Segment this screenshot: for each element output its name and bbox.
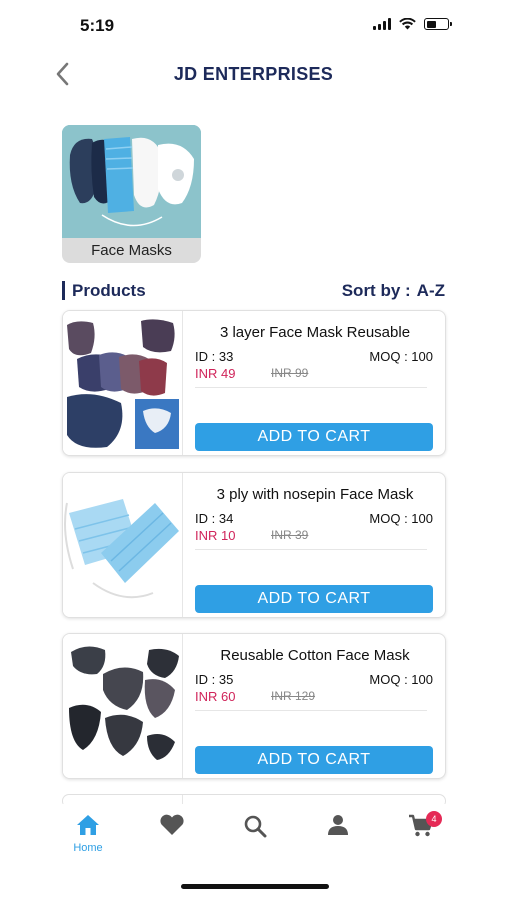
product-name: Reusable Cotton Face Mask (220, 647, 410, 664)
battery-icon (424, 18, 452, 30)
product-image (63, 473, 183, 617)
add-to-cart-button[interactable]: ADD TO CART (195, 746, 433, 774)
card-divider (195, 387, 427, 388)
product-card[interactable]: Reusable Cotton Face Mask ID : 35 MOQ : … (62, 633, 446, 779)
product-mrp: INR 129 (271, 689, 316, 703)
products-title: Products (72, 281, 146, 300)
app-header: JD ENTERPRISES (0, 52, 507, 96)
bottom-tab-bar: Home 4 (0, 804, 507, 864)
product-mrp: INR 99 (271, 366, 309, 380)
products-header: Products Sort by : A-Z (62, 280, 445, 302)
category-label: Face Masks (62, 238, 201, 263)
sort-value: A-Z (416, 281, 445, 300)
signal-icon (373, 18, 391, 30)
product-moq: MOQ : 100 (369, 349, 433, 364)
product-name: 3 ply with nosepin Face Mask (216, 486, 414, 503)
status-time: 5:19 (80, 16, 115, 35)
card-divider (195, 710, 427, 711)
home-indicator (181, 884, 329, 889)
card-divider (195, 549, 427, 550)
tab-home-label: Home (73, 842, 103, 854)
product-price: INR 49 (195, 366, 236, 381)
heart-icon (160, 814, 184, 835)
category-image (62, 125, 201, 238)
product-card[interactable]: 3 layer Face Mask Reusable ID : 33 MOQ :… (62, 310, 446, 456)
section-accent-bar (62, 281, 65, 300)
sort-control[interactable]: Sort by : A-Z (342, 281, 445, 301)
product-card[interactable]: 3 ply with nosepin Face Mask ID : 34 MOQ… (62, 472, 446, 618)
profile-icon (328, 815, 348, 835)
product-image (63, 311, 183, 455)
product-price: INR 60 (195, 689, 236, 704)
tab-cart[interactable]: 4 (396, 811, 446, 843)
category-tile-face-masks[interactable]: Face Masks (62, 125, 201, 263)
sort-label: Sort by : (341, 281, 411, 300)
tab-home[interactable]: Home (63, 814, 113, 854)
tab-profile[interactable] (313, 814, 363, 841)
wifi-icon (399, 18, 416, 30)
search-icon (244, 815, 267, 838)
product-name: 3 layer Face Mask Reusable (219, 324, 411, 341)
product-moq: MOQ : 100 (369, 511, 433, 526)
product-price: INR 10 (195, 528, 236, 543)
product-id: ID : 34 (195, 511, 234, 526)
tab-search[interactable] (230, 814, 280, 843)
status-icons (373, 18, 452, 30)
product-id: ID : 35 (195, 672, 234, 687)
add-to-cart-button[interactable]: ADD TO CART (195, 585, 433, 613)
status-bar: 5:19 (0, 0, 507, 52)
product-image (63, 634, 183, 778)
add-to-cart-button[interactable]: ADD TO CART (195, 423, 433, 451)
product-id: ID : 33 (195, 349, 234, 364)
cart-count-badge: 4 (426, 811, 442, 827)
tab-favorites[interactable] (147, 814, 197, 841)
home-icon (77, 815, 99, 835)
product-mrp: INR 39 (271, 528, 309, 542)
page-title: JD ENTERPRISES (173, 64, 334, 84)
product-moq: MOQ : 100 (369, 672, 433, 687)
